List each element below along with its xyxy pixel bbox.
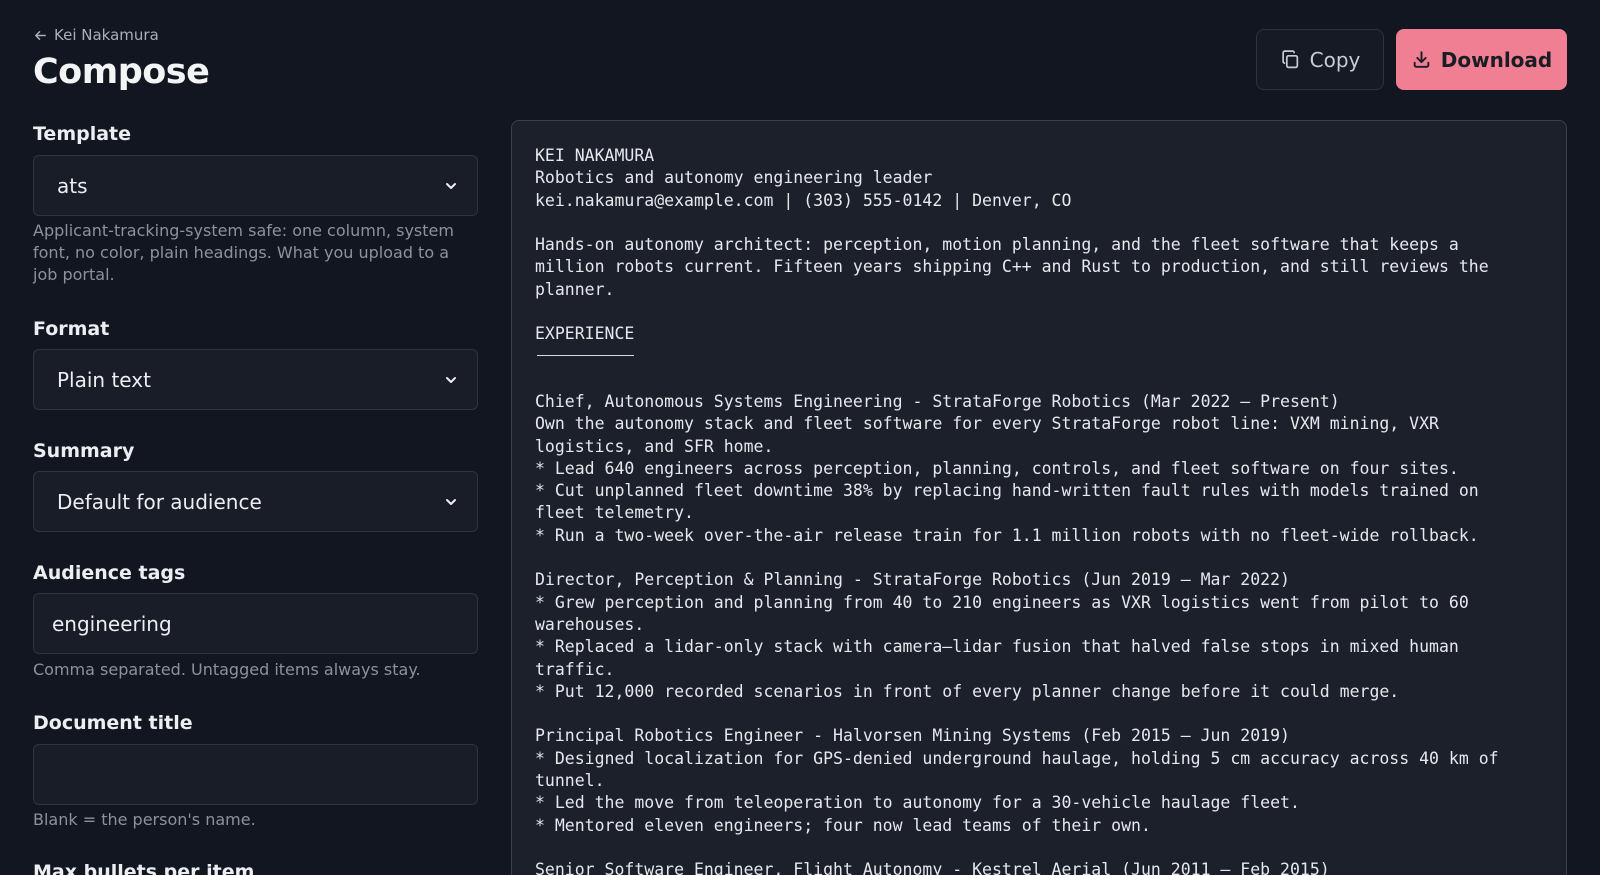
copy-icon <box>1281 50 1298 69</box>
page-title: Compose <box>33 52 210 92</box>
download-icon <box>1413 51 1430 68</box>
resume-preview[interactable]: KEI NAKAMURA Robotics and autonomy engin… <box>511 120 1567 875</box>
compose-page: Kei Nakamura Compose Copy Download Templ… <box>0 0 1600 875</box>
job-line: traffic. <box>535 659 615 679</box>
job-line: * Mentored eleven engineers; four now le… <box>535 815 1151 835</box>
job-line: * Designed localization for GPS-denied u… <box>535 748 1499 768</box>
job-line: * Run a two-week over-the-air release tr… <box>535 525 1479 545</box>
summary-line: million robots current. Fifteen years sh… <box>535 257 1489 277</box>
back-link-label: Kei Nakamura <box>54 26 159 44</box>
summary-select-value: Default for audience <box>57 489 262 514</box>
audience-tags-help: Comma separated. Untagged items always s… <box>33 660 421 679</box>
template-label: Template <box>33 123 132 145</box>
arrow-left-icon <box>35 30 46 40</box>
job-line: Chief, Autonomous Systems Engineering - … <box>535 391 1340 411</box>
document-title-label: Document title <box>33 712 193 734</box>
summary-line: planner. <box>535 279 615 299</box>
chevron-down-icon <box>446 498 456 505</box>
job-line: logistics, and SFR home. <box>535 436 774 456</box>
resume-name: KEI NAKAMURA <box>535 146 655 165</box>
download-button[interactable]: Download <box>1396 29 1567 90</box>
summary-line: Hands-on autonomy architect: perception,… <box>535 235 1459 255</box>
job-line: * Lead 640 engineers across perception, … <box>535 458 1459 478</box>
max-bullets-label: Max bullets per item <box>33 861 255 875</box>
audience-tags-input[interactable] <box>33 593 478 654</box>
job-line: Principal Robotics Engineer - Halvorsen … <box>535 726 1290 746</box>
template-help: Applicant-tracking-system safe: one colu… <box>33 221 454 284</box>
copy-button-label: Copy <box>1309 47 1361 72</box>
chevron-down-icon <box>446 376 456 383</box>
document-title-help: Blank = the person's name. <box>33 810 256 829</box>
job-line: * Grew perception and planning from 40 t… <box>535 592 1469 612</box>
summary-select[interactable]: Default for audience <box>33 471 478 532</box>
job-line: fleet telemetry. <box>535 503 694 523</box>
job-line: * Led the move from teleoperation to aut… <box>535 793 1300 813</box>
audience-tags-label: Audience tags <box>33 562 186 584</box>
resume-headline: Robotics and autonomy engineering leader <box>535 168 933 188</box>
job-line: Own the autonomy stack and fleet softwar… <box>535 414 1439 434</box>
format-label: Format <box>33 318 110 340</box>
resume-contact: kei.nakamura@example.com | (303) 555-014… <box>535 190 1072 210</box>
format-select-value: Plain text <box>57 367 151 392</box>
experience-heading: EXPERIENCE <box>535 324 635 344</box>
template-select[interactable]: ats <box>33 155 478 216</box>
job-line: * Replaced a lidar-only stack with camer… <box>535 637 1459 657</box>
job-line: Director, Perception & Planning - Strata… <box>535 570 1290 590</box>
back-link[interactable]: Kei Nakamura <box>33 26 159 44</box>
job-line: warehouses. <box>535 614 645 634</box>
job-line: Senior Software Engineer, Flight Autonom… <box>535 860 1330 875</box>
chevron-down-icon <box>446 182 456 189</box>
template-select-value: ats <box>57 173 88 198</box>
job-line: * Put 12,000 recorded scenarios in front… <box>535 681 1400 701</box>
download-button-label: Download <box>1440 47 1553 72</box>
header-actions: Copy Download <box>1256 29 1567 90</box>
job-line: * Cut unplanned fleet downtime 38% by re… <box>535 481 1479 501</box>
document-title-input[interactable] <box>33 744 478 805</box>
format-select[interactable]: Plain text <box>33 349 478 410</box>
copy-button[interactable]: Copy <box>1256 29 1384 90</box>
summary-label: Summary <box>33 440 135 462</box>
job-line: tunnel. <box>535 771 605 791</box>
